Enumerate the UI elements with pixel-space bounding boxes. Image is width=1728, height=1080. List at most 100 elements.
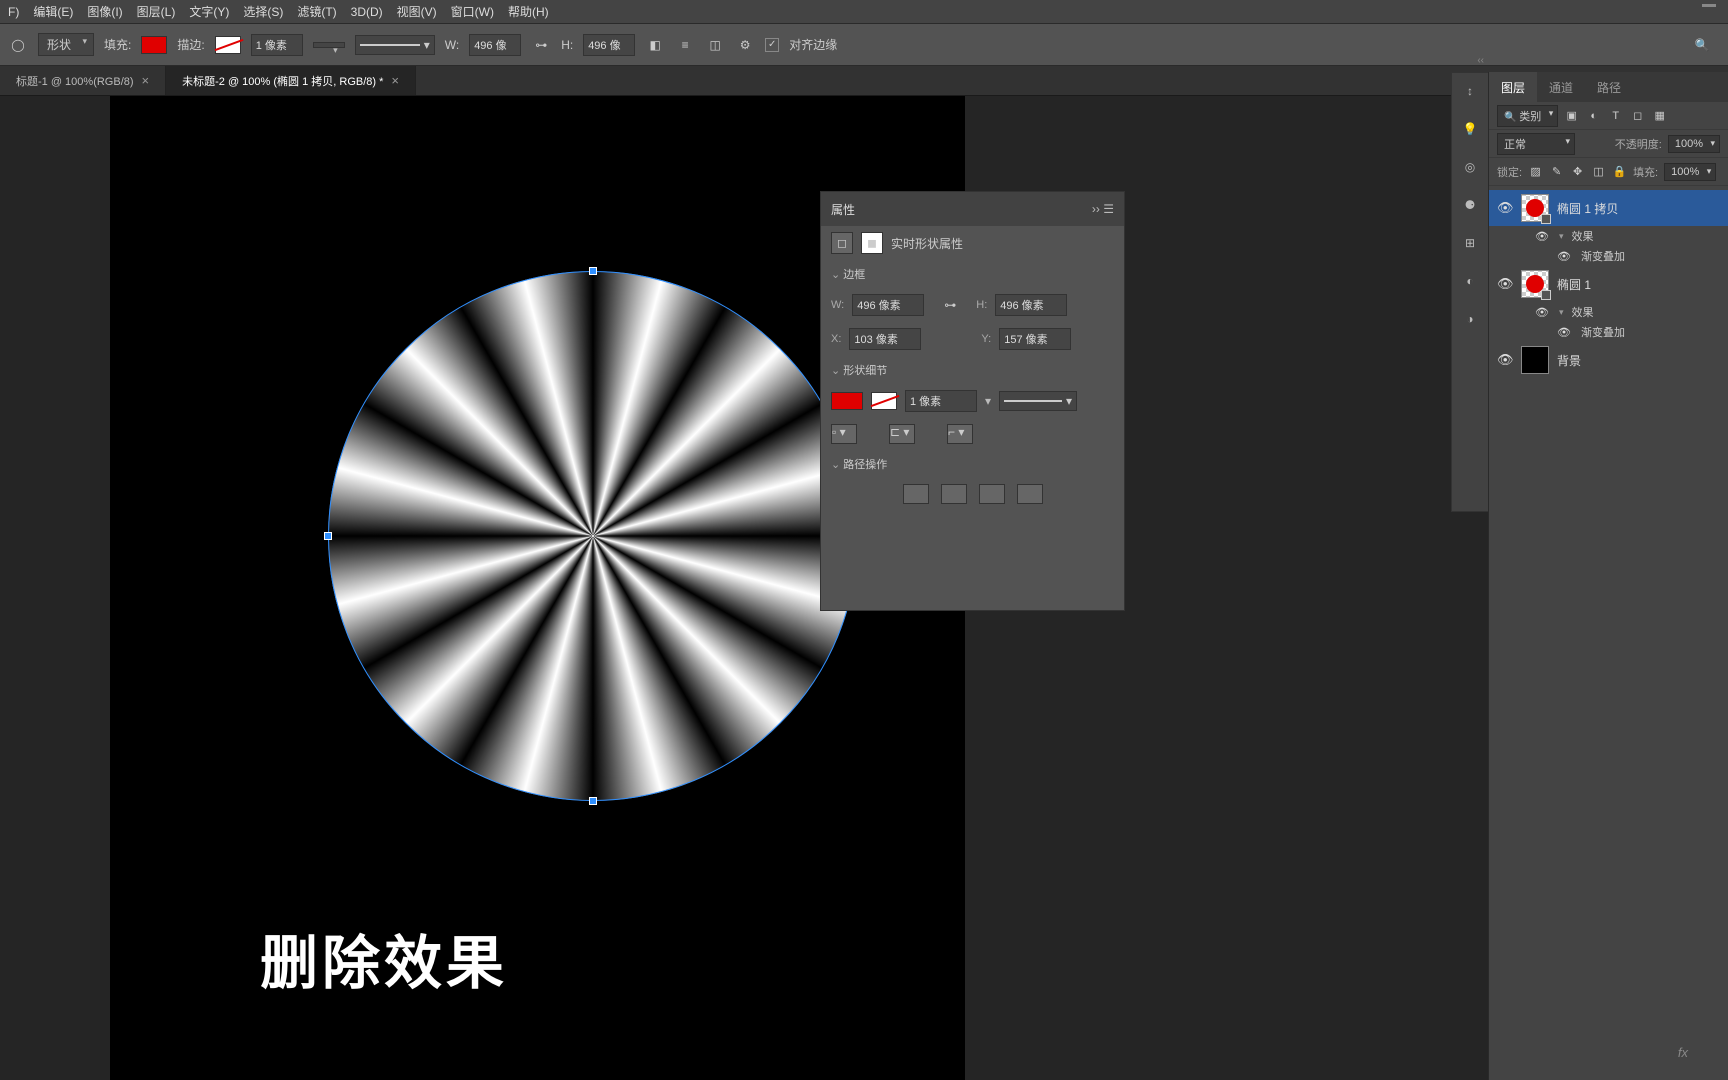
grid-icon[interactable]: ⊞ — [1458, 231, 1482, 255]
path-exclude-button[interactable] — [1017, 484, 1043, 504]
menu-layer[interactable]: 图层(L) — [137, 3, 176, 20]
swatches-icon[interactable]: ⚈ — [1458, 193, 1482, 217]
history-icon[interactable]: ↕ — [1458, 79, 1482, 103]
prop-x-input[interactable]: 103 像素 — [849, 328, 921, 350]
menu-image[interactable]: 图像(I) — [87, 3, 122, 20]
shape-tool-icon[interactable]: ◯ — [8, 35, 28, 55]
prop-y-input[interactable]: 157 像素 — [999, 328, 1071, 350]
collapse-chevron-icon[interactable]: ‹‹ — [1477, 55, 1484, 66]
visibility-icon[interactable]: 👁 — [1497, 352, 1513, 368]
shape-detail-section[interactable]: 形状细节 — [821, 356, 1124, 384]
visibility-icon[interactable]: 👁 — [1535, 230, 1551, 243]
visibility-icon[interactable]: 👁 — [1535, 306, 1551, 319]
stroke-corners-dropdown[interactable]: ⌐ ▾ — [947, 424, 973, 444]
dropdown-icon[interactable]: ▾ — [985, 394, 991, 408]
lock-position-icon[interactable]: ✥ — [1570, 164, 1585, 179]
filter-adjust-icon[interactable]: ◐ — [1586, 108, 1601, 123]
styles-icon[interactable]: ◑ — [1458, 307, 1482, 331]
path-combine-button[interactable] — [903, 484, 929, 504]
visibility-icon[interactable]: 👁 — [1557, 326, 1573, 339]
menu-edit[interactable]: 编辑(E) — [33, 3, 73, 20]
visibility-icon[interactable]: 👁 — [1497, 200, 1513, 216]
handle-top[interactable] — [589, 267, 597, 275]
border-section[interactable]: 边框 — [821, 260, 1124, 288]
stroke-swatch[interactable] — [215, 36, 241, 54]
properties-tab[interactable]: 属性 — [831, 201, 855, 218]
menu-select[interactable]: 选择(S) — [243, 3, 283, 20]
height-input[interactable]: 496 像 — [583, 34, 635, 56]
layer-effects-row[interactable]: 👁 ▾ 效果 — [1489, 302, 1728, 322]
layer-background[interactable]: 👁 背景 — [1489, 342, 1728, 378]
stroke-align-dropdown[interactable]: ▫ ▾ — [831, 424, 857, 444]
layers-tab[interactable]: 图层 — [1489, 72, 1537, 102]
path-ops-icon[interactable]: ◧ — [645, 35, 665, 55]
align-edges-checkbox[interactable]: ✓ — [765, 38, 779, 52]
path-ops-section[interactable]: 路径操作 — [821, 450, 1124, 478]
width-input[interactable]: 496 像 — [469, 34, 521, 56]
window-minimize-icon[interactable] — [1702, 4, 1716, 7]
menu-help[interactable]: 帮助(H) — [508, 3, 549, 20]
menu-view[interactable]: 视图(V) — [397, 3, 437, 20]
prop-h-input[interactable]: 496 像素 — [995, 294, 1067, 316]
menu-filter[interactable]: 滤镜(T) — [297, 3, 336, 20]
path-intersect-button[interactable] — [979, 484, 1005, 504]
visibility-icon[interactable]: 👁 — [1497, 276, 1513, 292]
lock-brush-icon[interactable]: ✎ — [1549, 164, 1564, 179]
fill-input[interactable]: 100% — [1664, 163, 1716, 181]
gear-icon[interactable]: ⚙ — [735, 35, 755, 55]
stroke-style-dropdown[interactable]: ▾ — [355, 35, 435, 55]
panel-menu[interactable]: ›› ☰ — [1092, 202, 1114, 216]
arrange-icon[interactable]: ◫ — [705, 35, 725, 55]
stroke-width-input[interactable]: 1 像素 — [251, 34, 303, 56]
shape-selection[interactable] — [328, 271, 858, 801]
close-tab-icon[interactable]: × — [142, 73, 150, 88]
lightbulb-icon[interactable]: 💡 — [1458, 117, 1482, 141]
document-tab-1[interactable]: 标题-1 @ 100%(RGB/8) × — [0, 66, 166, 95]
document-tab-2[interactable]: 未标题-2 @ 100% (椭圆 1 拷贝, RGB/8) * × — [166, 66, 416, 95]
layer-fx-gradient[interactable]: 👁 渐变叠加 — [1489, 246, 1728, 266]
adjustments-icon[interactable]: ◐ — [1458, 269, 1482, 293]
layer-fx-gradient[interactable]: 👁 渐变叠加 — [1489, 322, 1728, 342]
stroke-width-dropdown[interactable] — [313, 42, 345, 48]
prop-w-input[interactable]: 496 像素 — [852, 294, 924, 316]
handle-left[interactable] — [324, 532, 332, 540]
lock-transparent-icon[interactable]: ▨ — [1528, 164, 1543, 179]
layer-thumbnail[interactable] — [1521, 346, 1549, 374]
filter-pixel-icon[interactable]: ▣ — [1564, 108, 1579, 123]
lock-artboard-icon[interactable]: ◫ — [1591, 164, 1606, 179]
close-tab-icon[interactable]: × — [391, 73, 399, 88]
search-icon[interactable]: 🔍 — [1692, 35, 1712, 55]
link-wh-icon[interactable]: ⊶ — [531, 35, 551, 55]
layer-filter-dropdown[interactable]: 🔍 类别 — [1497, 105, 1558, 127]
prop-stroke-swatch[interactable] — [871, 392, 897, 410]
layer-thumbnail[interactable] — [1521, 194, 1549, 222]
visibility-icon[interactable]: 👁 — [1557, 250, 1573, 263]
layer-ellipse-1[interactable]: 👁 椭圆 1 — [1489, 266, 1728, 302]
fill-swatch[interactable] — [141, 36, 167, 54]
menu-window[interactable]: 窗口(W) — [451, 3, 494, 20]
channels-tab[interactable]: 通道 — [1537, 72, 1585, 102]
filter-shape-icon[interactable]: ◻ — [1630, 108, 1645, 123]
menu-file[interactable]: F) — [8, 5, 19, 19]
handle-bottom[interactable] — [589, 797, 597, 805]
layer-ellipse-copy[interactable]: 👁 椭圆 1 拷贝 — [1489, 190, 1728, 226]
libraries-icon[interactable]: ◎ — [1458, 155, 1482, 179]
align-icon[interactable]: ≡ — [675, 35, 695, 55]
stroke-caps-dropdown[interactable]: ⊏ ▾ — [889, 424, 915, 444]
link-icon[interactable]: ⊶ — [944, 298, 956, 312]
prop-stroke-width[interactable]: 1 像素 — [905, 390, 977, 412]
lock-all-icon[interactable]: 🔒 — [1612, 164, 1627, 179]
filter-type-icon[interactable]: T — [1608, 108, 1623, 123]
menu-type[interactable]: 文字(Y) — [189, 3, 229, 20]
blend-mode-dropdown[interactable]: 正常 — [1497, 133, 1575, 155]
layer-effects-row[interactable]: 👁 ▾ 效果 — [1489, 226, 1728, 246]
prop-fill-swatch[interactable] — [831, 392, 863, 410]
prop-stroke-style[interactable]: ▾ — [999, 391, 1077, 411]
menu-3d[interactable]: 3D(D) — [351, 5, 383, 19]
opacity-input[interactable]: 100% — [1668, 135, 1720, 153]
layer-thumbnail[interactable] — [1521, 270, 1549, 298]
filter-smart-icon[interactable]: ▦ — [1652, 108, 1667, 123]
paths-tab[interactable]: 路径 — [1585, 72, 1633, 102]
tool-mode-dropdown[interactable]: 形状 — [38, 33, 94, 56]
chevron-down-icon[interactable]: ▾ — [1559, 307, 1564, 318]
